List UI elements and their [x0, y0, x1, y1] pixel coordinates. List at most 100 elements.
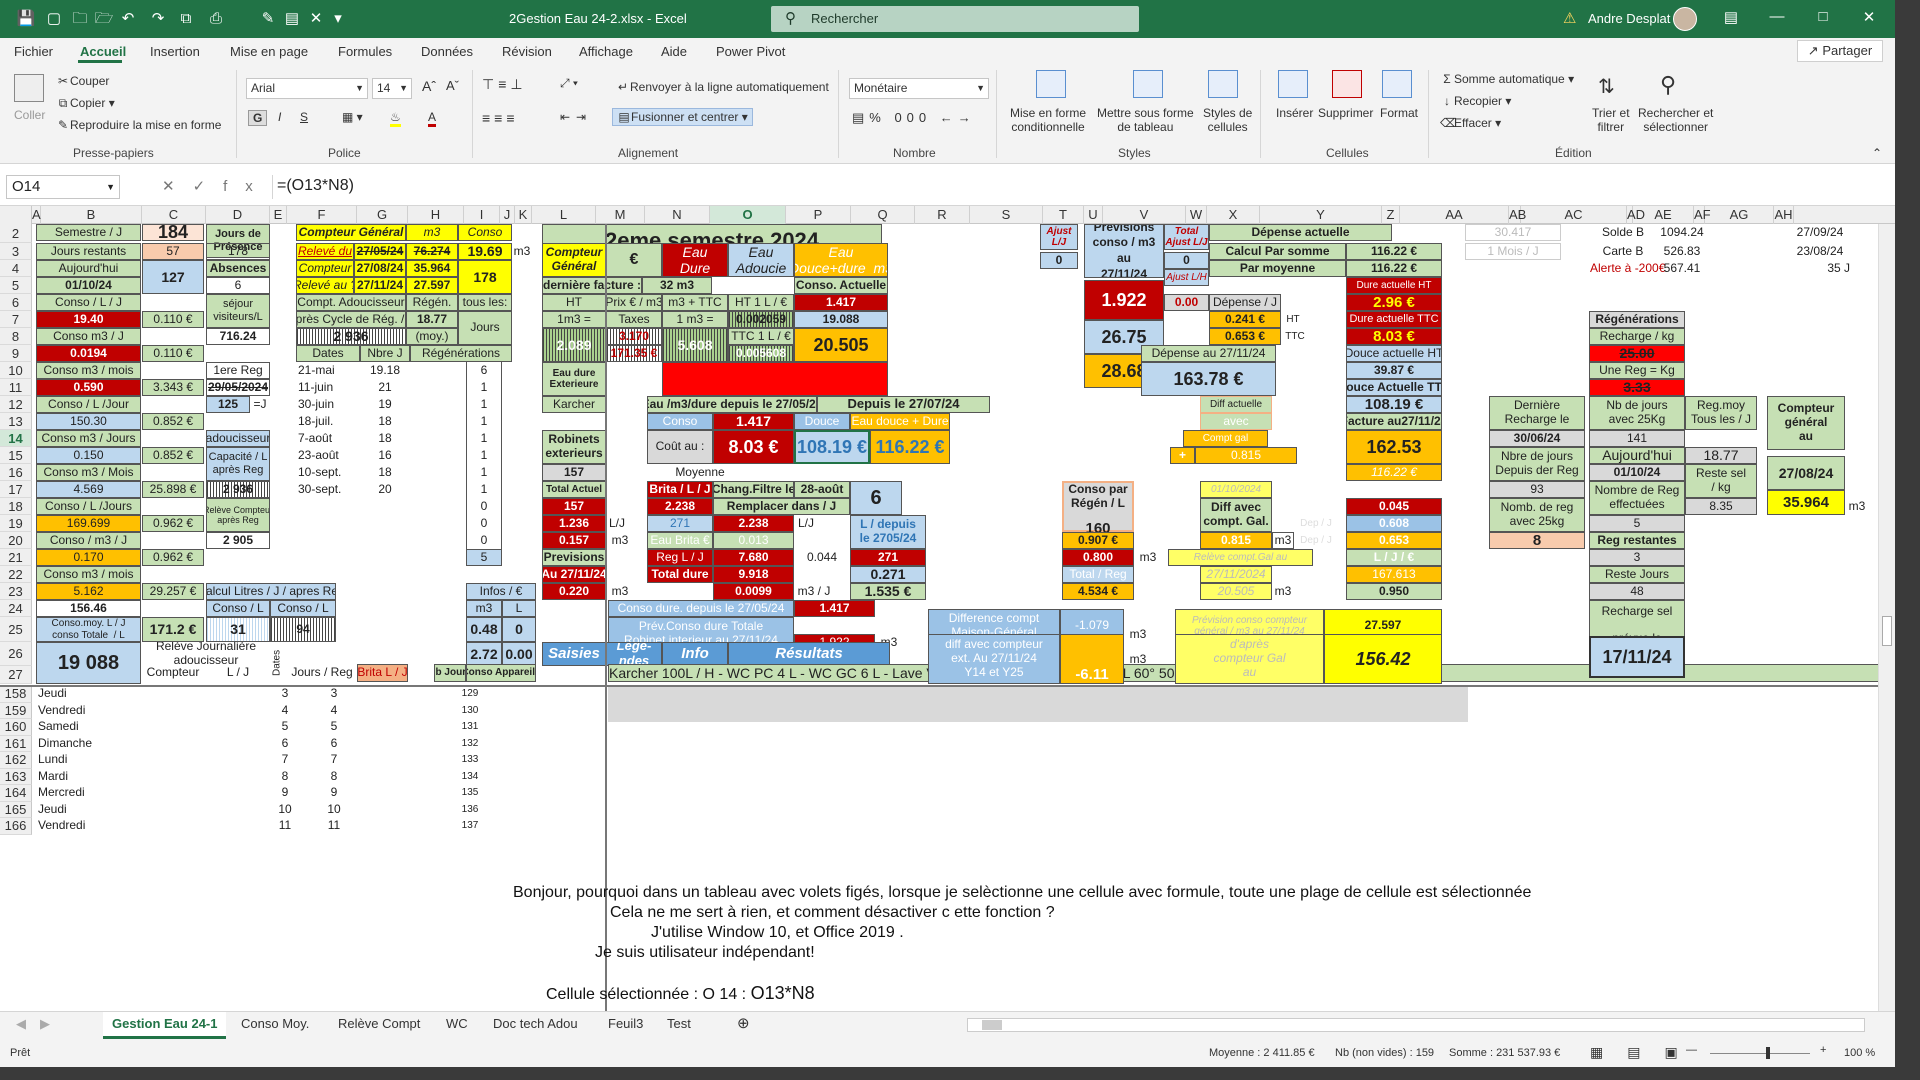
cell-0-608[interactable]: 0.608 — [1346, 515, 1442, 532]
col-header-q[interactable]: Q — [851, 206, 915, 224]
sheet-tab-conso-moy[interactable]: Conso Moy. — [241, 1016, 309, 1031]
row-header-20[interactable]: 20 — [0, 532, 32, 549]
cell-e[interactable]: 6 — [270, 736, 300, 752]
cell-8[interactable]: 8 — [1489, 532, 1585, 549]
cell-e[interactable]: 11 — [270, 818, 300, 834]
cell-0-590[interactable]: 0.590 — [36, 379, 141, 396]
cell-0-907[interactable]: 0.907 € — [1062, 532, 1134, 549]
cell-dates[interactable]: Dates — [296, 345, 360, 362]
row-header-27[interactable]: 27 — [0, 666, 32, 684]
cell-2936[interactable]: 2 936 — [206, 481, 270, 498]
col-header-a[interactable]: A — [32, 206, 41, 224]
col-header-z[interactable]: Z — [1382, 206, 1400, 224]
cell-270824b[interactable]: 27/08/24 — [1767, 456, 1845, 490]
cell-reg-nbre[interactable]: 16 — [360, 447, 410, 464]
cell-1094-24[interactable]: 1094.24 — [1652, 224, 1712, 241]
cell-ht-label[interactable]: HT — [1283, 311, 1303, 328]
tab-mise-en-page[interactable]: Mise en page — [230, 44, 308, 59]
cell-aujourdhui-date[interactable]: 01/10/24 — [36, 277, 141, 294]
cell-567-41[interactable]: 567.41 — [1652, 260, 1712, 277]
row-header-2[interactable]: 2 — [0, 224, 32, 243]
cell-m3-d[interactable]: m3 — [1272, 532, 1294, 549]
cell-nbre-reg[interactable]: Nombre de Reg effectuées — [1589, 481, 1685, 515]
cell-0-110a[interactable]: 0.110 € — [142, 311, 204, 328]
cell-aujourdhui[interactable]: Aujourd'hui — [36, 260, 141, 277]
col-header-o[interactable]: O — [710, 206, 786, 224]
cell-infos-l[interactable]: L — [502, 600, 536, 617]
cell-day[interactable]: Samedi — [36, 719, 141, 735]
cell-regenerations-title[interactable]: Régénérations — [1589, 311, 1685, 328]
cell-reste-sel[interactable]: Reste sel / kg — [1685, 464, 1757, 498]
cell-0-045[interactable]: 0.045 — [1346, 498, 1442, 515]
cell-e[interactable]: 7 — [270, 752, 300, 768]
collapse-ribbon-icon[interactable]: ⌃ — [1872, 146, 1882, 160]
new-file-icon[interactable]: ▢ — [44, 9, 64, 29]
cell-avec[interactable]: avec — [1200, 413, 1272, 430]
cell-recharge-kg[interactable]: Recharge / kg — [1589, 328, 1685, 345]
cell-116-22c[interactable]: 116.22 € — [1346, 464, 1442, 481]
cell-conso-app[interactable]: Conso Appareils — [466, 664, 536, 682]
cell-resultats[interactable]: Résultats — [728, 642, 890, 666]
cell-taxes[interactable]: Taxes — [606, 311, 662, 328]
cell-f[interactable]: 5 — [314, 719, 354, 735]
cell-0-002[interactable]: 0.002059 — [728, 311, 794, 328]
cell-4-569[interactable]: 4.569 — [36, 481, 141, 498]
cell-171-2[interactable]: 171.2 € — [142, 617, 204, 642]
ribbon-display-icon[interactable]: ▤ — [1711, 8, 1751, 26]
cell-semestre-value[interactable]: 184 — [142, 224, 204, 241]
col-header-i[interactable]: I — [464, 206, 500, 224]
cell-e[interactable]: 4 — [270, 703, 300, 719]
cell-cc-douce-dure[interactable]: Eau Douce+dure m3 — [794, 243, 888, 277]
cell-conso-m3-mois[interactable]: Conso m3 / mois — [36, 362, 141, 379]
open-icon[interactable]: 🗁 — [94, 9, 114, 29]
cell-remplacer[interactable]: Remplacer dans / J — [713, 498, 850, 515]
cell-31[interactable]: 31 — [206, 617, 270, 642]
cell-eqj[interactable]: =J — [250, 396, 270, 413]
tab-power-pivot[interactable]: Power Pivot — [716, 44, 785, 59]
cell-0-653[interactable]: 0.653 € — [1209, 328, 1281, 345]
indent-buttons[interactable]: ⇤⇥ — [560, 110, 592, 124]
formula-buttons[interactable]: ✕✓fx — [162, 177, 271, 195]
col-header-x[interactable]: X — [1207, 206, 1260, 224]
cell-red-band[interactable] — [662, 362, 888, 396]
cell-1-417c[interactable]: 1.417 — [794, 600, 875, 617]
cell-m3-far[interactable]: m3 — [1847, 498, 1867, 515]
cell-178[interactable]: 178 — [458, 260, 512, 294]
format-painter-button[interactable]: ✎ Reproduire la mise en forme — [56, 118, 221, 132]
cell-eau-dure-ext[interactable]: Eau dure Exterieure — [542, 362, 606, 396]
delete-icon[interactable] — [1332, 70, 1362, 98]
redo-icon[interactable]: ↷ — [148, 9, 168, 29]
cell-8-35[interactable]: 8.35 — [1685, 498, 1757, 515]
cell-27112024[interactable]: 27/11/2024 — [1200, 566, 1272, 583]
col-header-y[interactable]: Y — [1260, 206, 1382, 224]
cell-aujourdhui2[interactable]: Aujourd'hui — [1589, 447, 1685, 464]
cell-m3-h[interactable]: m3 — [1126, 651, 1150, 668]
col-header-p[interactable]: P — [786, 206, 851, 224]
col-header-j[interactable]: J — [500, 206, 515, 224]
cell-reg-date[interactable]: 23-août — [296, 447, 360, 464]
cell-0[interactable]: 0 — [502, 617, 536, 642]
col-header-m[interactable]: M — [596, 206, 645, 224]
table-format-button[interactable]: Mettre sous forme de tableau — [1097, 106, 1194, 134]
copy-icon[interactable]: ⧉ — [176, 9, 196, 29]
cell-conso[interactable]: Conso — [647, 413, 713, 430]
cell-ht[interactable]: HT — [542, 294, 606, 311]
cell-reg-count[interactable]: 1 — [466, 396, 502, 413]
col-header-l[interactable]: L — [532, 206, 596, 224]
cell-h[interactable]: 137 — [440, 818, 500, 834]
cell-0-157[interactable]: 0.157 — [542, 532, 606, 549]
cell-dure-ttc[interactable]: Dure actuelle TTC — [1346, 311, 1442, 328]
cell-2-089[interactable]: 2.089 — [542, 328, 606, 362]
cell-cc-compteur[interactable]: Compteur Général — [542, 243, 606, 277]
clear-button[interactable]: ⌫Effacer ▾ — [1440, 116, 1501, 130]
cell-reg-moy[interactable]: Reg.moy Tous les / J — [1685, 396, 1757, 430]
cell-reg-nbre[interactable]: 19 — [360, 396, 410, 413]
row-header-158[interactable]: 158 — [0, 686, 32, 703]
cell-h[interactable]: 134 — [440, 769, 500, 785]
customize-icon[interactable]: ▾ — [328, 9, 348, 29]
cell-e[interactable]: 5 — [270, 719, 300, 735]
cell-nbre-j[interactable]: Nbre J — [360, 345, 410, 362]
sheet-tab-gestion-eau[interactable]: Gestion Eau 24-1 — [103, 1012, 227, 1039]
cell-reg-lj[interactable]: Reg L / J — [647, 549, 713, 566]
row-header-164[interactable]: 164 — [0, 785, 32, 802]
